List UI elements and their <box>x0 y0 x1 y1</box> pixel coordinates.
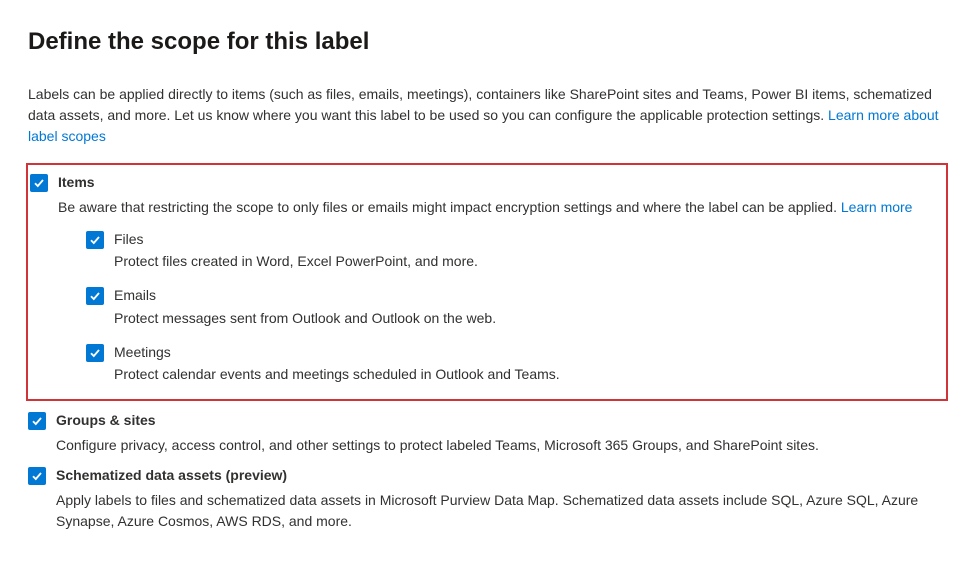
groups-label: Groups & sites <box>56 411 948 431</box>
items-checkbox[interactable] <box>30 174 48 192</box>
emails-checkbox[interactable] <box>86 287 104 305</box>
meetings-checkbox[interactable] <box>86 344 104 362</box>
emails-row: Emails Protect messages sent from Outloo… <box>86 286 938 329</box>
check-icon <box>89 234 101 246</box>
check-icon <box>89 290 101 302</box>
files-label: Files <box>114 230 478 250</box>
meetings-row: Meetings Protect calendar events and mee… <box>86 343 938 386</box>
intro-paragraph: Labels can be applied directly to items … <box>28 84 948 147</box>
files-description: Protect files created in Word, Excel Pow… <box>114 251 478 272</box>
schematized-checkbox[interactable] <box>28 467 46 485</box>
check-icon <box>33 177 45 189</box>
check-icon <box>89 347 101 359</box>
groups-checkbox[interactable] <box>28 412 46 430</box>
meetings-label: Meetings <box>114 343 560 363</box>
emails-label: Emails <box>114 286 496 306</box>
items-description: Be aware that restricting the scope to o… <box>58 197 938 218</box>
items-learn-more-link[interactable]: Learn more <box>841 199 913 215</box>
items-row: Items Be aware that restricting the scop… <box>30 173 938 387</box>
emails-description: Protect messages sent from Outlook and O… <box>114 308 496 329</box>
groups-description: Configure privacy, access control, and o… <box>56 435 948 456</box>
meetings-description: Protect calendar events and meetings sch… <box>114 364 560 385</box>
schematized-row: Schematized data assets (preview) Apply … <box>28 466 948 532</box>
items-highlight-box: Items Be aware that restricting the scop… <box>26 163 948 401</box>
files-row: Files Protect files created in Word, Exc… <box>86 230 938 273</box>
check-icon <box>31 415 43 427</box>
items-label: Items <box>58 173 938 193</box>
schematized-label: Schematized data assets (preview) <box>56 466 948 486</box>
files-checkbox[interactable] <box>86 231 104 249</box>
schematized-description: Apply labels to files and schematized da… <box>56 490 948 532</box>
check-icon <box>31 470 43 482</box>
page-title: Define the scope for this label <box>28 28 948 56</box>
intro-text: Labels can be applied directly to items … <box>28 86 932 123</box>
items-desc-text: Be aware that restricting the scope to o… <box>58 199 841 215</box>
groups-row: Groups & sites Configure privacy, access… <box>28 411 948 456</box>
